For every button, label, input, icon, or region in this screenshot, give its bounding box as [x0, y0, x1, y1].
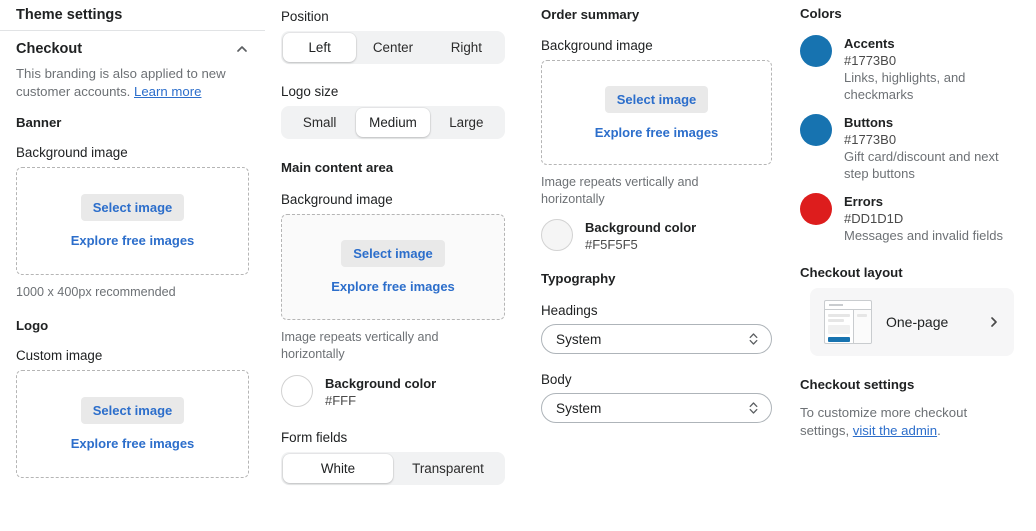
order-summary-explore-free-images-link[interactable]: Explore free images — [595, 125, 719, 140]
column-theme-settings: Theme settings Checkout This branding is… — [0, 0, 265, 531]
learn-more-link[interactable]: Learn more — [134, 84, 201, 99]
checkout-settings-heading: Checkout settings — [800, 377, 915, 392]
typography-headings-label: Headings — [541, 303, 598, 318]
position-option-left[interactable]: Left — [283, 33, 357, 62]
banner-select-image-button[interactable]: Select image — [80, 194, 185, 221]
order-summary-heading: Order summary — [541, 7, 640, 22]
errors-hex: #DD1D1D — [844, 211, 904, 226]
banner-heading: Banner — [16, 115, 62, 130]
buttons-description: Gift card/discount and next step buttons — [844, 149, 999, 181]
order-summary-background-color-value: #F5F5F5 — [585, 237, 638, 252]
form-fields-label: Form fields — [281, 430, 348, 445]
order-summary-select-image-button[interactable]: Select image — [604, 85, 709, 113]
main-content-explore-free-images-link[interactable]: Explore free images — [331, 279, 455, 294]
errors-name: Errors — [844, 194, 884, 209]
errors-description: Messages and invalid fields — [844, 228, 1003, 243]
column-order-summary: Order summary Background image Select im… — [525, 0, 792, 531]
main-content-background-color-label: Background color — [325, 376, 437, 391]
theme-settings-page: Theme settings Checkout This branding is… — [0, 0, 1036, 531]
color-row-accents[interactable]: Accents #1773B0 Links, highlights, and c… — [796, 21, 1028, 103]
chevron-right-icon[interactable] — [988, 315, 1000, 329]
size-option-large[interactable]: Large — [430, 108, 503, 137]
accents-description: Links, highlights, and checkmarks — [844, 70, 966, 102]
chevron-up-icon[interactable] — [235, 42, 249, 56]
accents-name: Accents — [844, 36, 895, 51]
order-summary-background-color-row[interactable]: Background color #F5F5F5 — [533, 208, 782, 253]
typography-headings-select[interactable]: System — [541, 324, 772, 354]
typography-body-select-wrap: System — [541, 393, 772, 423]
checkout-settings-text: To customize more checkout settings, vis… — [796, 392, 1028, 440]
banner-explore-free-images-link[interactable]: Explore free images — [71, 233, 195, 248]
column-colors-and-layout: Colors Accents #1773B0 Links, highlights… — [792, 0, 1036, 531]
main-content-background-color-row[interactable]: Background color #FFF — [271, 363, 515, 409]
size-option-medium[interactable]: Medium — [356, 108, 430, 137]
logo-size-segmented-control[interactable]: Small Medium Large — [281, 106, 505, 139]
form-fields-segmented-control[interactable]: White Transparent — [281, 452, 505, 485]
logo-position-label: Position — [281, 9, 329, 24]
banner-size-recommendation: 1000 x 400px recommended — [16, 285, 176, 299]
main-content-image-dropzone[interactable]: Select image Explore free images — [281, 214, 505, 320]
form-fields-option-white[interactable]: White — [283, 454, 393, 483]
checkout-layout-heading: Checkout layout — [800, 265, 903, 280]
banner-background-image-label: Background image — [16, 145, 128, 160]
position-option-center[interactable]: Center — [356, 33, 429, 62]
buttons-name: Buttons — [844, 115, 894, 130]
main-content-area-heading: Main content area — [281, 160, 394, 175]
order-summary-background-image-label: Background image — [541, 38, 653, 53]
typography-body-label: Body — [541, 372, 572, 387]
order-summary-color-swatch[interactable] — [541, 219, 573, 251]
accents-color-swatch[interactable] — [800, 35, 832, 67]
page-title: Theme settings — [16, 7, 123, 23]
typography-heading: Typography — [541, 271, 616, 286]
checkout-settings-text-after: . — [937, 423, 941, 438]
color-row-buttons[interactable]: Buttons #1773B0 Gift card/discount and n… — [796, 103, 1028, 182]
buttons-color-swatch[interactable] — [800, 114, 832, 146]
banner-image-dropzone[interactable]: Select image Explore free images — [16, 167, 249, 275]
form-fields-option-transparent[interactable]: Transparent — [393, 454, 503, 483]
one-page-layout-icon — [824, 300, 872, 344]
logo-select-image-button[interactable]: Select image — [80, 397, 185, 424]
main-content-repeat-caption: Image repeats vertically and horizontall… — [281, 330, 439, 361]
order-summary-image-dropzone[interactable]: Select image Explore free images — [541, 60, 772, 165]
main-content-select-image-button[interactable]: Select image — [341, 240, 445, 267]
checkout-layout-card[interactable]: One-page — [810, 288, 1014, 356]
order-summary-repeat-caption: Image repeats vertically and horizontall… — [541, 175, 699, 206]
errors-color-swatch[interactable] — [800, 193, 832, 225]
typography-body-select[interactable]: System — [541, 393, 772, 423]
colors-heading: Colors — [800, 6, 842, 21]
checkout-helper-text: This branding is also applied to new cus… — [0, 61, 265, 101]
column-logo-and-content: Position Left Center Right Logo size Sma… — [265, 0, 525, 531]
checkout-layout-selected-label: One-page — [886, 314, 949, 330]
visit-the-admin-link[interactable]: visit the admin — [853, 423, 937, 438]
checkout-section-header[interactable]: Checkout — [0, 31, 265, 61]
main-content-background-color-value: #FFF — [325, 393, 357, 408]
checkout-heading: Checkout — [16, 41, 83, 57]
logo-position-segmented-control[interactable]: Left Center Right — [281, 31, 505, 64]
logo-size-label: Logo size — [281, 84, 339, 99]
main-content-background-image-label: Background image — [281, 192, 393, 207]
buttons-hex: #1773B0 — [844, 132, 897, 147]
logo-image-dropzone[interactable]: Select image Explore free images — [16, 370, 249, 478]
position-option-right[interactable]: Right — [430, 33, 503, 62]
logo-explore-free-images-link[interactable]: Explore free images — [71, 436, 195, 451]
order-summary-background-color-label: Background color — [585, 220, 697, 235]
color-row-errors[interactable]: Errors #DD1D1D Messages and invalid fiel… — [796, 182, 1028, 244]
size-option-small[interactable]: Small — [283, 108, 356, 137]
logo-custom-image-label: Custom image — [16, 348, 103, 363]
main-content-color-swatch[interactable] — [281, 375, 313, 407]
accents-hex: #1773B0 — [844, 53, 897, 68]
typography-headings-select-wrap: System — [541, 324, 772, 354]
logo-heading: Logo — [16, 318, 49, 333]
